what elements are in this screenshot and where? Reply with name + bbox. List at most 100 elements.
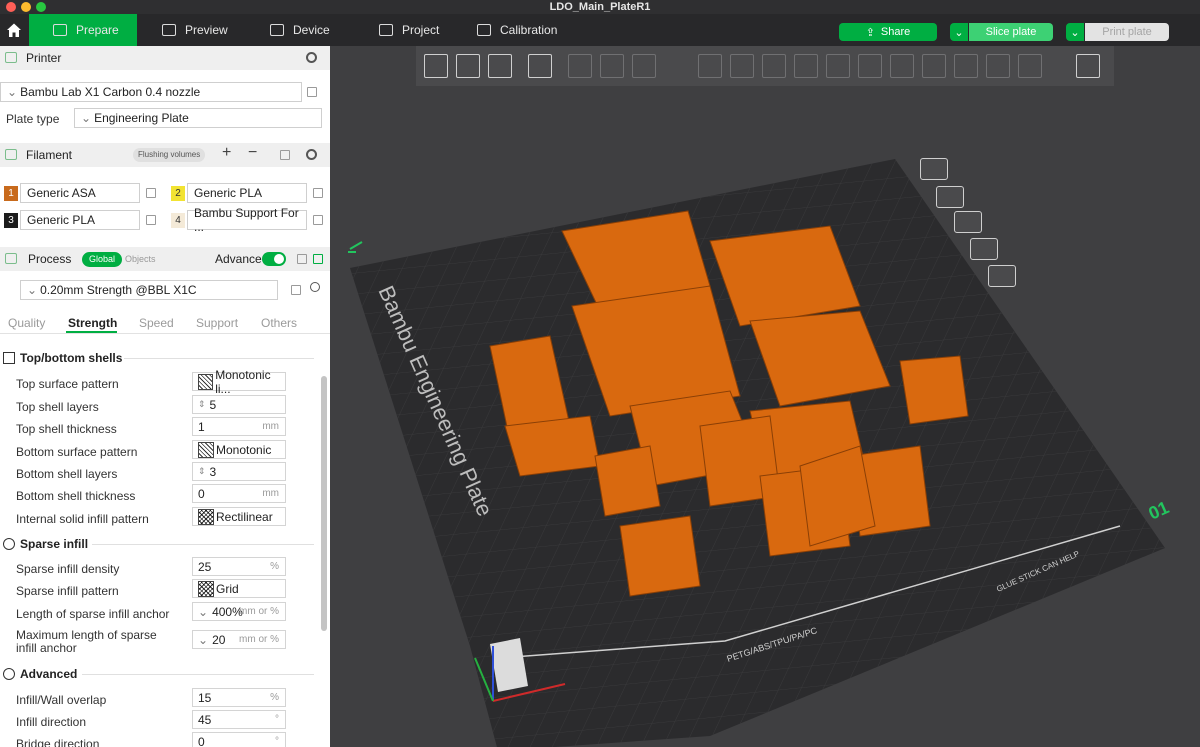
internal-solid-infill-value: Rectilinear xyxy=(216,509,273,524)
unit-label: mm or % xyxy=(239,606,279,617)
sparse-max-anchor-value: 20 xyxy=(212,632,226,647)
bottom-shell-layers-value: 3 xyxy=(209,464,217,479)
tab-others[interactable]: Others xyxy=(261,316,297,330)
tab-speed[interactable]: Speed xyxy=(139,316,174,330)
title-bar: LDO_Main_PlateR1 xyxy=(0,0,1200,14)
tab-preview[interactable]: Preview xyxy=(162,14,228,46)
bridge-direction-input[interactable]: 0 ° xyxy=(192,732,286,747)
calibration-icon xyxy=(477,24,491,36)
search-icon[interactable] xyxy=(310,282,320,292)
tab-support[interactable]: Support xyxy=(196,316,238,330)
pattern-icon xyxy=(198,580,214,597)
sync-icon[interactable] xyxy=(280,150,290,160)
stepper-icon[interactable]: ⇕ xyxy=(198,399,206,410)
add-icon[interactable]: + xyxy=(222,144,231,162)
tab-prepare-label: Prepare xyxy=(76,23,119,37)
arrange-plate-icon[interactable] xyxy=(954,211,982,233)
tab-strength[interactable]: Strength xyxy=(68,316,117,330)
chevron-down-icon: ⌄ xyxy=(198,632,209,647)
plate-settings-icon[interactable] xyxy=(988,265,1016,287)
top-bottom-title: Top/bottom shells xyxy=(20,351,123,365)
orient-plate-icon[interactable] xyxy=(936,186,964,208)
bottom-shell-layers-input[interactable]: ⇕ 3 xyxy=(192,462,286,481)
process-preset-select[interactable]: ⌄ 0.20mm Strength @BBL X1C xyxy=(20,280,278,300)
tab-project[interactable]: Project xyxy=(379,14,439,46)
top-shell-layers-input[interactable]: ⇕ 5 xyxy=(192,395,286,414)
part xyxy=(619,515,701,597)
slice-dropdown-button[interactable]: ⌄ xyxy=(950,23,968,41)
share-button[interactable]: ⇪ Share xyxy=(839,23,937,41)
objects-toggle[interactable]: Objects xyxy=(125,254,156,264)
tab-quality[interactable]: Quality xyxy=(8,316,45,330)
filament-name: Generic PLA xyxy=(194,186,263,200)
filament-select[interactable]: Generic PLA xyxy=(187,183,307,203)
chevron-down-icon: ⌄ xyxy=(81,111,92,125)
sparse-pattern-select[interactable]: Grid xyxy=(192,579,286,598)
build-plate-scene: Bambu Engineering Plate 01 GLUE STICK CA… xyxy=(348,159,1172,747)
internal-solid-infill-select[interactable]: Rectilinear xyxy=(192,507,286,526)
edit-icon[interactable] xyxy=(313,215,323,225)
process-icon xyxy=(5,253,17,264)
plate-type-value: Engineering Plate xyxy=(94,111,189,125)
edit-icon[interactable] xyxy=(313,188,323,198)
sparse-anchor-input[interactable]: ⌄ 400% mm or % xyxy=(192,602,286,621)
tab-calibration[interactable]: Calibration xyxy=(477,14,557,46)
panel-scrollbar[interactable] xyxy=(321,376,327,631)
printer-select[interactable]: ⌄ Bambu Lab X1 Carbon 0.4 nozzle xyxy=(0,82,302,102)
remove-plate-icon[interactable] xyxy=(920,158,948,180)
top-bottom-shells-header: Top/bottom shells xyxy=(0,351,122,365)
global-toggle[interactable]: Global xyxy=(82,252,123,267)
flushing-volumes-button[interactable]: Flushing volumes xyxy=(133,148,206,162)
print-plate-label: Print plate xyxy=(1102,26,1152,38)
remove-icon[interactable]: − xyxy=(248,144,257,162)
3d-viewport[interactable]: Bambu Engineering Plate 01 GLUE STICK CA… xyxy=(330,46,1200,747)
infill-overlap-input[interactable]: 15 % xyxy=(192,688,286,707)
tab-preview-label: Preview xyxy=(185,23,228,37)
print-plate-button[interactable]: Print plate xyxy=(1085,23,1169,41)
bottom-shell-thickness-input[interactable]: 0 mm xyxy=(192,484,286,503)
edit-icon[interactable] xyxy=(146,215,156,225)
filament-title: Filament xyxy=(26,148,73,162)
sparse-density-input[interactable]: 25 % xyxy=(192,557,286,576)
plate-type-select[interactable]: ⌄ Engineering Plate xyxy=(74,108,322,128)
layers-icon xyxy=(162,24,176,36)
presets-icon[interactable] xyxy=(313,254,323,264)
unit-label: ° xyxy=(275,714,279,725)
sparse-anchor-label: Length of sparse infill anchor xyxy=(16,607,170,621)
advance-switch[interactable] xyxy=(262,252,286,266)
home-button[interactable] xyxy=(0,14,28,46)
sparse-pattern-value: Grid xyxy=(216,581,239,596)
sparse-infill-title: Sparse infill xyxy=(20,537,89,551)
sparse-pattern-label: Sparse infill pattern xyxy=(16,584,119,598)
edit-icon[interactable] xyxy=(307,87,317,97)
save-icon[interactable] xyxy=(291,285,301,295)
top-shell-layers-label: Top shell layers xyxy=(16,400,99,414)
sparse-max-anchor-input[interactable]: ⌄ 20 mm or % xyxy=(192,630,286,649)
internal-solid-infill-label: Internal solid infill pattern xyxy=(16,512,149,526)
lock-plate-icon[interactable] xyxy=(970,238,998,260)
stepper-icon[interactable]: ⇕ xyxy=(198,466,206,477)
gear-icon[interactable] xyxy=(306,149,317,160)
compare-icon[interactable] xyxy=(297,254,307,264)
edit-icon[interactable] xyxy=(146,188,156,198)
tab-prepare[interactable]: Prepare xyxy=(29,14,137,46)
divider xyxy=(82,674,314,675)
top-surface-pattern-select[interactable]: Monotonic li... xyxy=(192,368,286,396)
bottom-surface-pattern-select[interactable]: Monotonic xyxy=(192,440,286,459)
plate-type-label: Plate type xyxy=(6,112,60,126)
print-dropdown-button[interactable]: ⌄ xyxy=(1066,23,1084,41)
tab-device[interactable]: Device xyxy=(270,14,330,46)
filament-slot-4: 4 xyxy=(171,213,185,228)
bottom-shell-thickness-value: 0 xyxy=(198,486,205,501)
top-shell-thickness-input[interactable]: 1 mm xyxy=(192,417,286,436)
infill-direction-input[interactable]: 45 ° xyxy=(192,710,286,729)
tab-device-label: Device xyxy=(293,23,330,37)
slice-plate-button[interactable]: Slice plate xyxy=(969,23,1053,41)
filament-select[interactable]: Bambu Support For ... xyxy=(187,206,307,234)
sparse-infill-header: Sparse infill xyxy=(0,537,88,551)
filament-name: Bambu Support For ... xyxy=(194,206,299,234)
gear-icon[interactable] xyxy=(306,52,317,63)
printer-model: Bambu Lab X1 Carbon 0.4 nozzle xyxy=(20,85,201,99)
filament-select[interactable]: Generic ASA xyxy=(20,183,140,203)
filament-select[interactable]: Generic PLA xyxy=(20,210,140,230)
